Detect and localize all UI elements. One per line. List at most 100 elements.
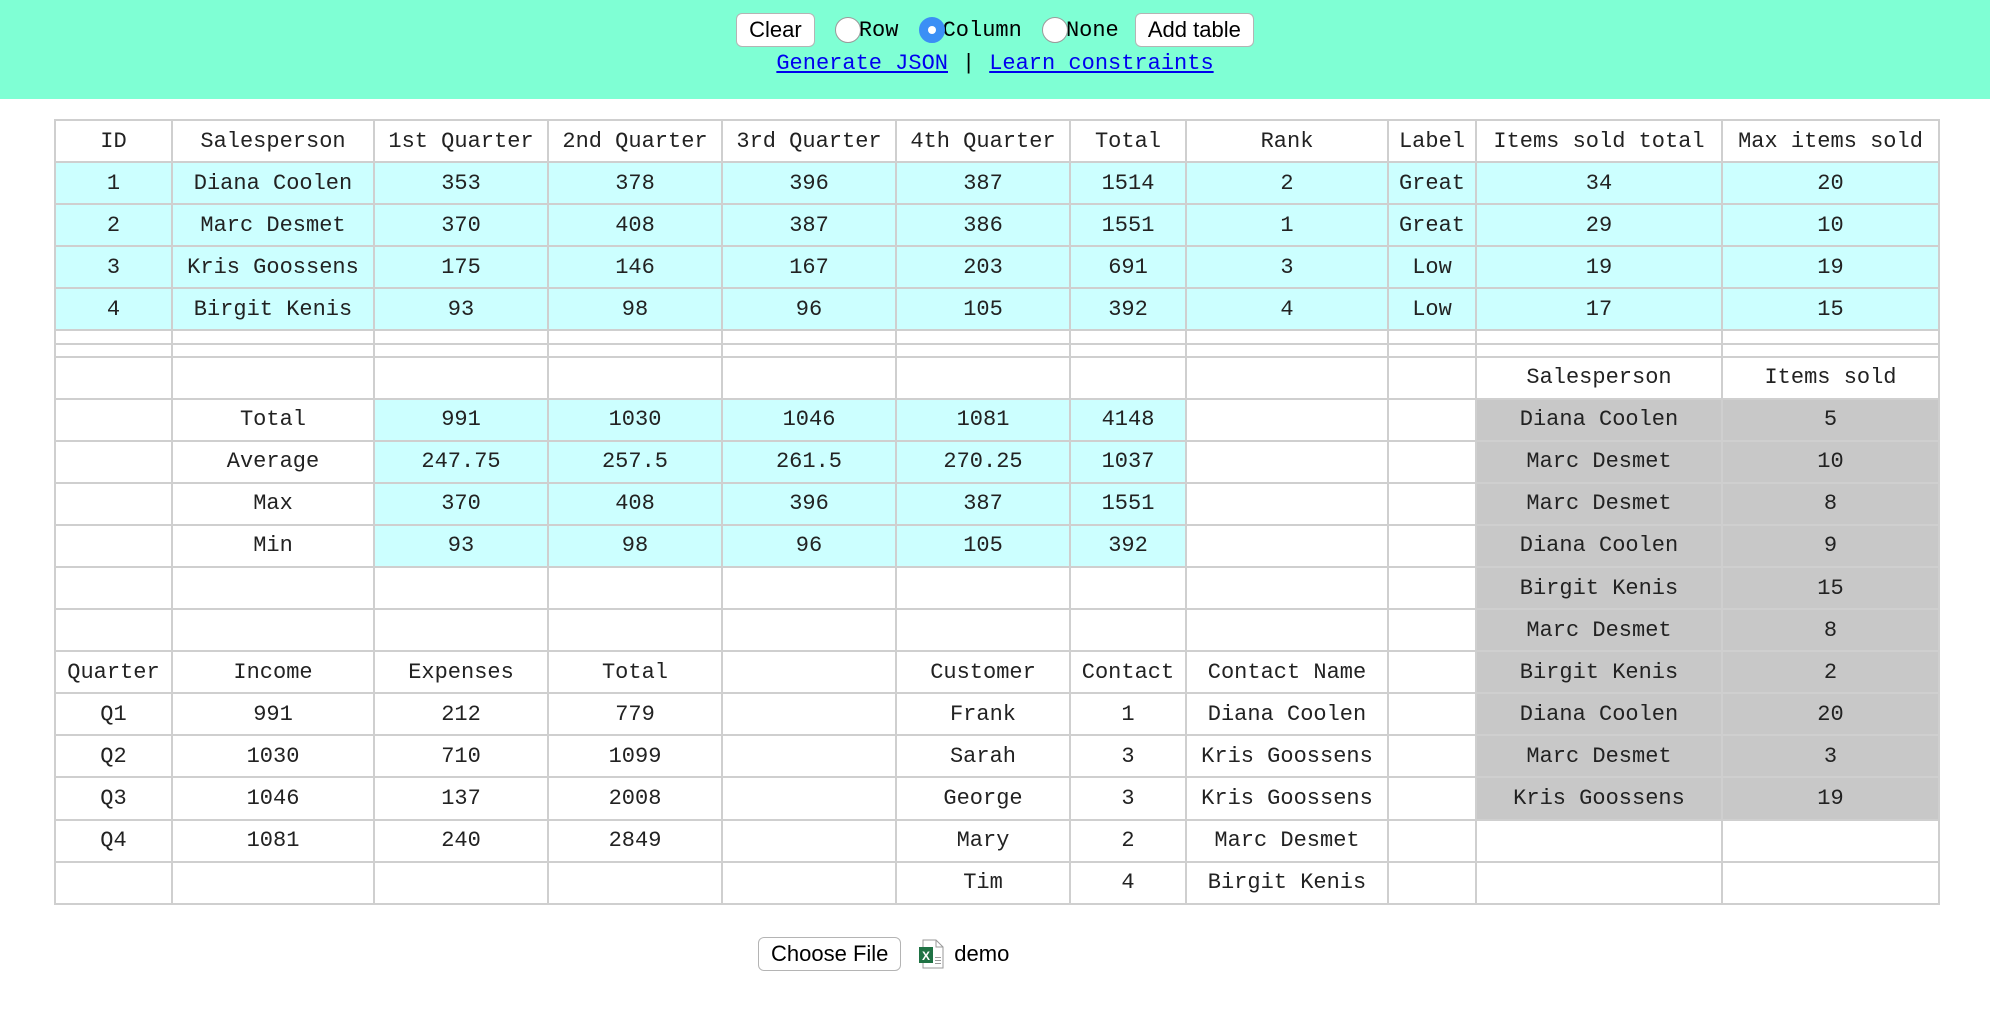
header-cell[interactable]: Label (1387, 118, 1477, 164)
cell[interactable]: 240 (373, 818, 549, 863)
cell[interactable]: 1551 (1069, 481, 1187, 526)
empty-cell[interactable] (171, 860, 375, 906)
empty-cell[interactable] (1069, 342, 1187, 358)
empty-cell[interactable] (373, 565, 549, 611)
empty-cell[interactable] (1475, 342, 1723, 358)
empty-cell[interactable] (171, 608, 375, 653)
cell[interactable]: 2 (54, 203, 173, 248)
cell[interactable]: 1046 (171, 776, 375, 821)
empty-cell[interactable] (1387, 355, 1477, 400)
empty-cell[interactable] (721, 608, 897, 653)
empty-cell[interactable] (54, 439, 173, 484)
cell[interactable]: George (895, 776, 1071, 821)
cell[interactable]: 387 (895, 161, 1071, 206)
empty-cell[interactable] (1185, 329, 1389, 345)
cell[interactable]: 3 (1185, 245, 1389, 290)
empty-cell[interactable] (1387, 860, 1477, 906)
cell[interactable]: Marc Desmet (1475, 608, 1723, 653)
empty-cell[interactable] (54, 329, 173, 345)
empty-cell[interactable] (721, 342, 897, 358)
cell[interactable]: 167 (721, 245, 897, 290)
choose-file-button[interactable]: Choose File (758, 937, 902, 971)
empty-cell[interactable] (54, 397, 173, 442)
empty-cell[interactable] (1185, 355, 1389, 400)
cell[interactable]: 1030 (547, 397, 723, 442)
cell[interactable]: 8 (1721, 481, 1940, 526)
cell[interactable]: Birgit Kenis (171, 287, 375, 332)
empty-cell[interactable] (1475, 818, 1723, 863)
cell[interactable]: 29 (1475, 203, 1723, 248)
empty-cell[interactable] (171, 329, 375, 345)
empty-cell[interactable] (1387, 734, 1477, 779)
row-label-cell[interactable]: Min (171, 523, 375, 569)
empty-cell[interactable] (895, 608, 1071, 653)
cell[interactable]: 392 (1069, 287, 1187, 332)
cell[interactable]: 3 (1721, 734, 1940, 779)
cell[interactable]: Q1 (54, 692, 173, 737)
cell[interactable]: 20 (1721, 692, 1940, 737)
cell[interactable]: 2849 (547, 818, 723, 863)
cell[interactable]: 4148 (1069, 397, 1187, 442)
cell[interactable]: 2 (1721, 650, 1940, 695)
cell[interactable]: Low (1387, 245, 1477, 290)
cell[interactable]: 9 (1721, 523, 1940, 569)
empty-cell[interactable] (1387, 481, 1477, 526)
cell[interactable]: Marc Desmet (1475, 439, 1723, 484)
cell[interactable]: Mary (895, 818, 1071, 863)
cell[interactable]: Diana Coolen (1475, 692, 1723, 737)
cell[interactable]: 1037 (1069, 439, 1187, 484)
empty-cell[interactable] (895, 342, 1071, 358)
empty-cell[interactable] (1185, 481, 1389, 526)
empty-cell[interactable] (895, 329, 1071, 345)
row-label-cell[interactable]: Average (171, 439, 375, 484)
empty-cell[interactable] (721, 329, 897, 345)
empty-cell[interactable] (1387, 397, 1477, 442)
empty-cell[interactable] (895, 565, 1071, 611)
radio-column[interactable] (918, 17, 945, 43)
radio-row[interactable] (834, 17, 861, 43)
cell[interactable]: 15 (1721, 287, 1940, 332)
cell[interactable]: 710 (373, 734, 549, 779)
header-cell[interactable]: Salesperson (171, 118, 375, 164)
cell[interactable]: 408 (547, 203, 723, 248)
cell[interactable]: 8 (1721, 608, 1940, 653)
cell[interactable]: 19 (1721, 245, 1940, 290)
cell[interactable]: Marc Desmet (1475, 481, 1723, 526)
empty-cell[interactable] (721, 355, 897, 400)
empty-cell[interactable] (373, 342, 549, 358)
empty-cell[interactable] (54, 860, 173, 906)
radio-column-label[interactable]: Column (943, 18, 1022, 43)
cell[interactable]: Q2 (54, 734, 173, 779)
cell[interactable]: Great (1387, 203, 1477, 248)
empty-cell[interactable] (1185, 439, 1389, 484)
empty-cell[interactable] (1475, 329, 1723, 345)
empty-cell[interactable] (721, 860, 897, 906)
cell[interactable]: 370 (373, 203, 549, 248)
cell[interactable]: 98 (547, 287, 723, 332)
header-cell[interactable]: Salesperson (1475, 355, 1723, 400)
empty-cell[interactable] (1185, 608, 1389, 653)
cell[interactable]: Birgit Kenis (1475, 565, 1723, 611)
empty-cell[interactable] (1387, 523, 1477, 569)
cell[interactable]: 175 (373, 245, 549, 290)
cell[interactable]: 1551 (1069, 203, 1187, 248)
cell[interactable]: Marc Desmet (1185, 818, 1389, 863)
cell[interactable]: 212 (373, 692, 549, 737)
cell[interactable]: 98 (547, 523, 723, 569)
cell[interactable]: Kris Goossens (1185, 734, 1389, 779)
empty-cell[interactable] (1387, 692, 1477, 737)
empty-cell[interactable] (54, 565, 173, 611)
empty-cell[interactable] (1185, 523, 1389, 569)
cell[interactable]: Tim (895, 860, 1071, 906)
cell[interactable]: Q3 (54, 776, 173, 821)
cell[interactable]: 991 (171, 692, 375, 737)
empty-cell[interactable] (1069, 565, 1187, 611)
cell[interactable]: 396 (721, 481, 897, 526)
cell[interactable]: 93 (373, 287, 549, 332)
empty-cell[interactable] (547, 565, 723, 611)
row-label-cell[interactable]: Max (171, 481, 375, 526)
row-label-cell[interactable]: Total (171, 397, 375, 442)
header-cell[interactable]: Expenses (373, 650, 549, 695)
cell[interactable]: 396 (721, 161, 897, 206)
generate-json-link[interactable]: Generate JSON (776, 51, 948, 76)
